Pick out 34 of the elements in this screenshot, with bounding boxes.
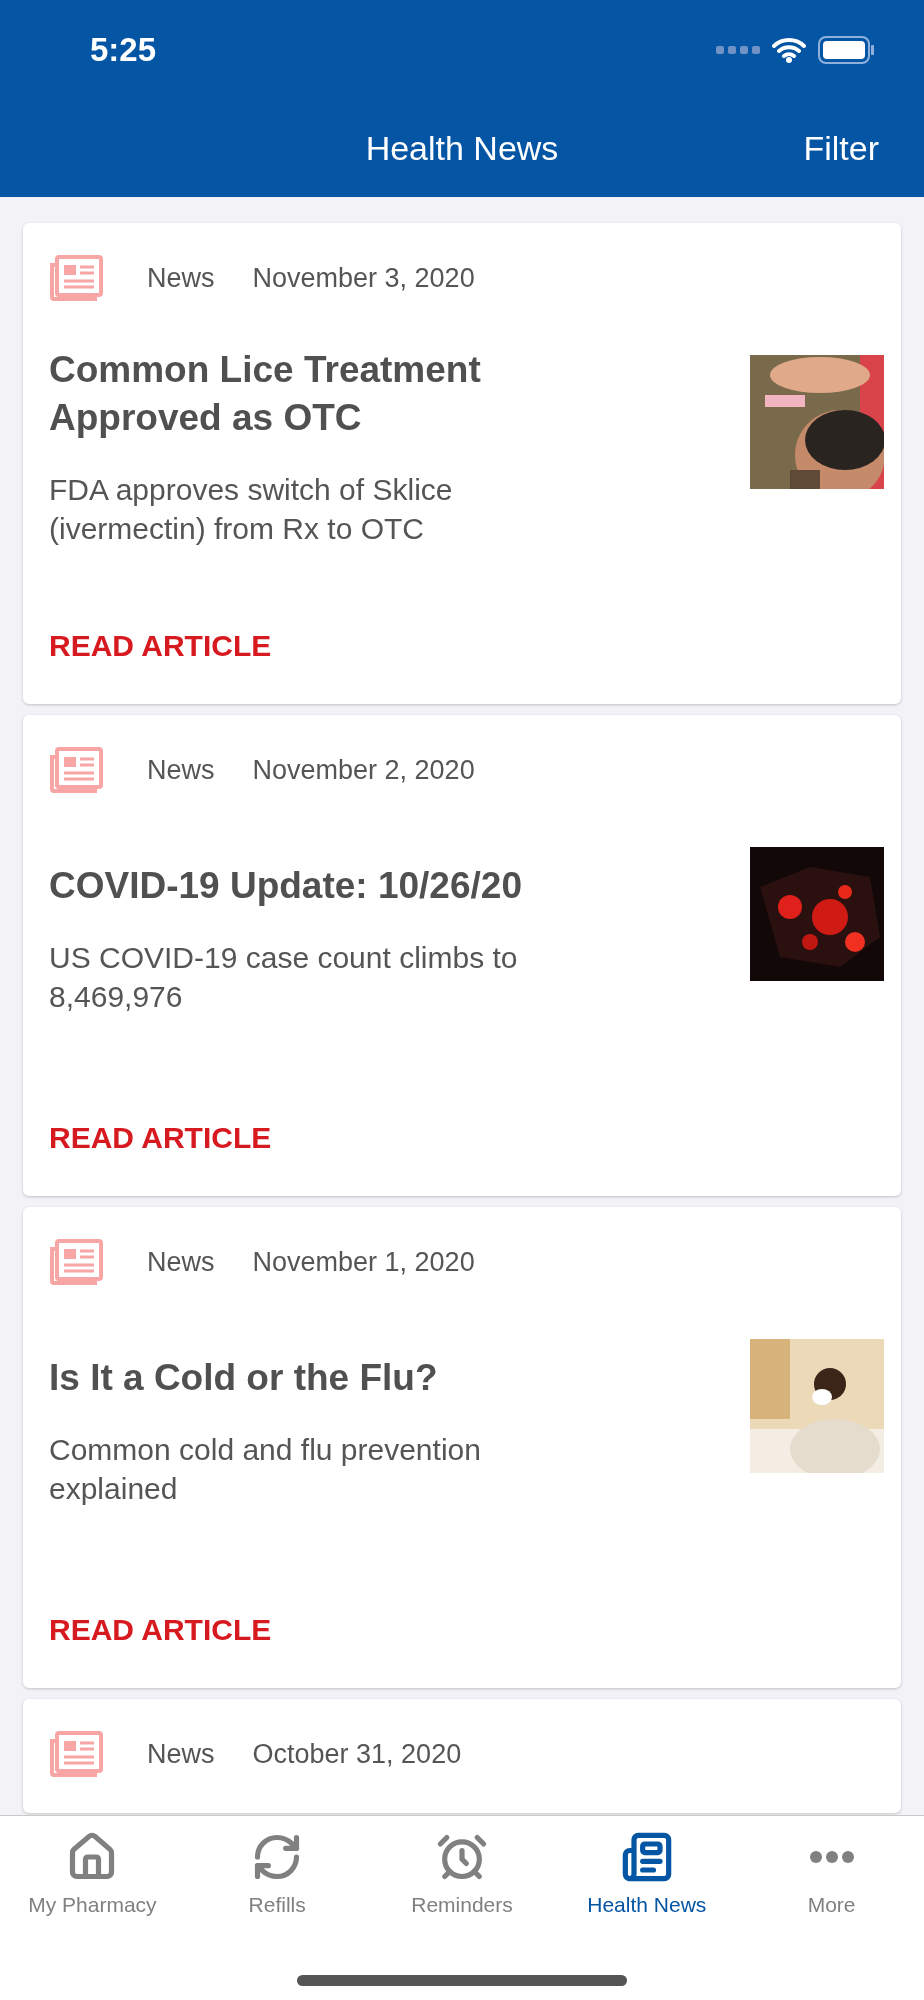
- newspaper-icon: [49, 747, 103, 793]
- tab-bar-item[interactable]: Reminders: [369, 1816, 555, 1926]
- article-category: News: [147, 753, 215, 787]
- article-date: November 1, 2020: [252, 1245, 475, 1279]
- read-article-link[interactable]: READ ARTICLE: [49, 1607, 272, 1652]
- tab-bar-item[interactable]: My Pharmacy: [0, 1816, 185, 1926]
- newspaper-icon: [49, 255, 103, 301]
- battery-icon: [818, 36, 874, 64]
- filter-button[interactable]: Filter: [803, 123, 879, 174]
- more-icon: [809, 1850, 854, 1863]
- signal-icon: [716, 44, 760, 56]
- article-summary: US COVID-19 case count climbs to 8,469,976: [49, 940, 519, 1015]
- wifi-icon: [772, 37, 806, 63]
- newspaper-icon: [49, 1239, 103, 1285]
- newspaper-icon: [49, 1731, 103, 1777]
- tab-bar-item[interactable]: Health News: [554, 1816, 740, 1926]
- article-title: COVID-19 Update: 10/26/20: [49, 864, 523, 908]
- read-article-link[interactable]: READ ARTICLE: [49, 1115, 272, 1160]
- article-category: News: [147, 261, 215, 295]
- newspaper-icon: [620, 1830, 673, 1883]
- article-summary: FDA approves switch of Sklice (ivermectin) from Rx to OTC: [49, 472, 454, 547]
- screen-title: Health News: [365, 128, 559, 169]
- status-time: 5:25: [90, 30, 157, 71]
- article-category: News: [147, 1245, 215, 1279]
- tab-bar-item[interactable]: More: [739, 1816, 924, 1926]
- article-date: November 2, 2020: [252, 753, 475, 787]
- article-summary: Common cold and flu prevention explained: [49, 1432, 482, 1507]
- article-date: October 31, 2020: [252, 1737, 462, 1771]
- article-category: News: [147, 1737, 215, 1771]
- article-title: Common Lice Treatment Approved as OTC: [49, 348, 482, 440]
- article-title: Is It a Cold or the Flu?: [49, 1356, 439, 1400]
- read-article-link[interactable]: READ ARTICLE: [49, 623, 272, 668]
- article-date: November 3, 2020: [252, 261, 475, 295]
- tab-bar-item[interactable]: Refills: [184, 1816, 370, 1926]
